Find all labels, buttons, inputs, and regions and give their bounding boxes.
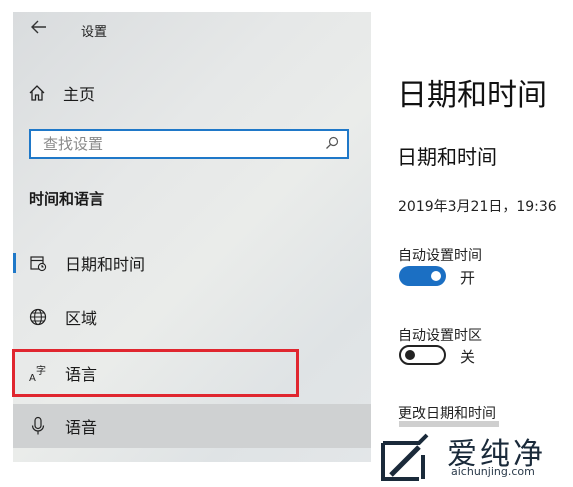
- current-datetime: 2019年3月21日，19:36: [398, 199, 557, 215]
- settings-sidebar: 设置 主页 时间和语言 日期和时间 区域 A字 语言: [13, 12, 371, 462]
- sidebar-item-region[interactable]: 区域: [13, 295, 371, 339]
- back-arrow-icon[interactable]: [31, 19, 47, 39]
- sidebar-item-language[interactable]: A字 语言: [13, 351, 371, 395]
- home-icon: [27, 83, 47, 103]
- auto-time-state: 开: [460, 269, 476, 287]
- svg-text:字: 字: [36, 364, 46, 377]
- auto-timezone-state: 关: [460, 348, 476, 366]
- search-box[interactable]: [29, 129, 349, 159]
- section-title: 时间和语言: [29, 190, 105, 208]
- search-input[interactable]: [41, 134, 305, 154]
- page-title: 日期和时间: [397, 78, 547, 113]
- sidebar-item-label: 语言: [65, 365, 98, 384]
- sidebar-item-date-time[interactable]: 日期和时间: [13, 241, 371, 285]
- toggle-knob: [405, 350, 415, 360]
- app-title: 设置: [81, 25, 108, 40]
- sidebar-item-speech[interactable]: 语音: [13, 404, 371, 448]
- auto-timezone-toggle[interactable]: [399, 345, 446, 365]
- watermark-logo-icon: [381, 433, 429, 481]
- main-content: 日期和时间 日期和时间 2019年3月21日，19:36 自动设置时间 开 自动…: [371, 12, 573, 487]
- sidebar-item-label: 区域: [65, 309, 98, 328]
- active-indicator: [13, 253, 16, 273]
- date-time-icon: [27, 252, 49, 274]
- toggle-knob: [431, 271, 441, 281]
- search-icon[interactable]: [325, 135, 339, 154]
- sidebar-item-label: 主页: [63, 85, 96, 104]
- globe-icon: [27, 306, 49, 328]
- svg-text:A: A: [29, 373, 36, 383]
- watermark-url: aichunjing.com: [451, 465, 535, 478]
- change-datetime-label: 更改日期和时间: [398, 406, 496, 422]
- section-title: 日期和时间: [397, 145, 497, 169]
- auto-time-label: 自动设置时间: [398, 248, 482, 264]
- language-icon: A字: [27, 362, 49, 384]
- sidebar-item-label: 日期和时间: [65, 255, 146, 274]
- sidebar-item-label: 语音: [65, 418, 98, 437]
- auto-time-toggle[interactable]: [399, 266, 446, 286]
- microphone-icon: [27, 415, 49, 437]
- auto-timezone-label: 自动设置时区: [398, 328, 482, 344]
- sidebar-item-home[interactable]: 主页: [27, 80, 95, 106]
- watermark: 爱纯净 aichunjing.com: [373, 427, 573, 487]
